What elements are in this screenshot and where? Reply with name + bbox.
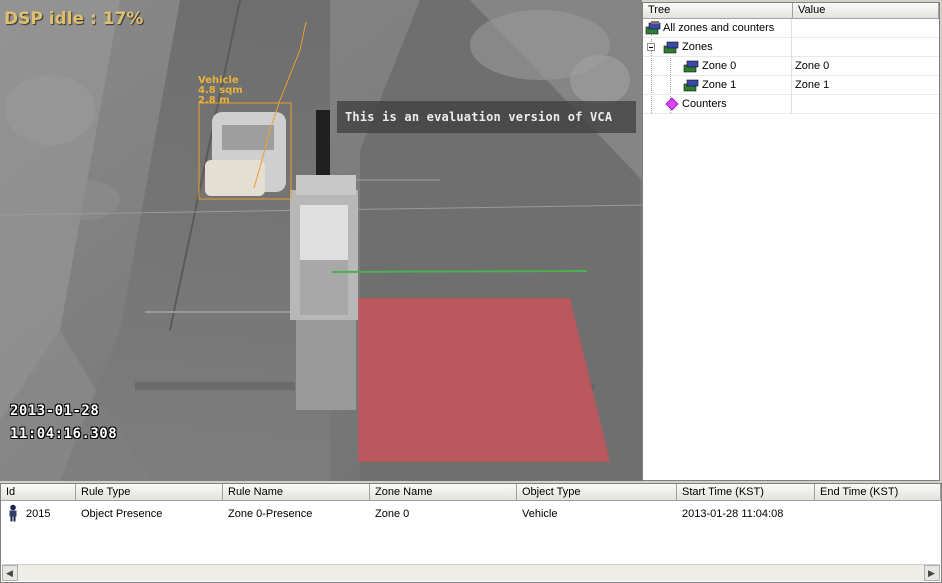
tree-item-value: Zone 1 [795,79,830,91]
col-header-start-time[interactable]: Start Time (KST) [677,484,815,501]
zone-icon [683,60,699,73]
tree-item-label: Zones [682,41,713,53]
chevron-right-icon: ▶ [928,568,935,578]
object-height-label: 2.8 m [198,95,230,106]
counter-icon [665,97,679,111]
line-rule [331,270,588,273]
col-header-object-type[interactable]: Object Type [517,484,677,501]
zone-0-area [358,298,610,462]
tree-item-label: Counters [682,98,727,110]
zones-folder-icon [663,41,679,54]
tree-row-zone-0[interactable]: Zone 0 Zone 0 [643,57,939,76]
cell-rule-type: Object Presence [81,508,163,520]
value-column-header[interactable]: Value [793,3,939,19]
person-icon [9,504,17,522]
tree-row-all-zones[interactable]: All zones and counters [643,19,939,38]
cell-rule-name: Zone 0-Presence [228,508,313,520]
event-list[interactable]: Id Rule Type Rule Name Zone Name Object … [0,483,942,583]
cell-id: 2015 [26,508,51,520]
tree-column-header[interactable]: Tree [643,3,793,19]
tree-item-value: Zone 0 [795,60,830,72]
zone-tree-panel[interactable]: Tree Value All zones and counters Zones [642,2,940,481]
tree-item-label: All zones and counters [663,22,775,34]
zones-root-icon [645,21,661,35]
col-header-end-time[interactable]: End Time (KST) [815,484,941,501]
col-header-id[interactable]: Id [1,484,76,501]
scroll-right-button[interactable]: ▶ [924,565,940,581]
dsp-status: DSP idle : 17% [4,9,144,29]
cell-zone-name: Zone 0 [375,508,410,520]
evaluation-notice: This is an evaluation version of VCA [345,110,613,124]
collapse-toggle[interactable] [647,43,655,51]
cell-object-type: Vehicle [522,508,558,520]
tree-row-zone-1[interactable]: Zone 1 Zone 1 [643,76,939,95]
col-header-rule-name[interactable]: Rule Name [223,484,370,501]
chevron-left-icon: ◀ [6,568,13,578]
col-header-zone-name[interactable]: Zone Name [370,484,517,501]
timestamp-time: 11:04:16.308 [10,426,118,442]
timestamp-date: 2013-01-28 [10,403,100,419]
scroll-left-button[interactable]: ◀ [2,565,18,581]
tree-item-label: Zone 1 [702,79,737,91]
tree-row-zones[interactable]: Zones [643,38,939,57]
tree-row-counters[interactable]: Counters [643,95,939,114]
tree-item-label: Zone 0 [702,60,737,72]
cell-start-time: 2013-01-28 11:04:08 [682,508,784,520]
zone-icon [683,79,699,92]
col-header-rule-type[interactable]: Rule Type [76,484,223,501]
video-view[interactable]: DSP idle : 17% Vehicle 4.8 sqm 2.8 m Thi… [0,0,642,481]
horizontal-scrollbar[interactable]: ◀ ▶ [2,564,940,581]
